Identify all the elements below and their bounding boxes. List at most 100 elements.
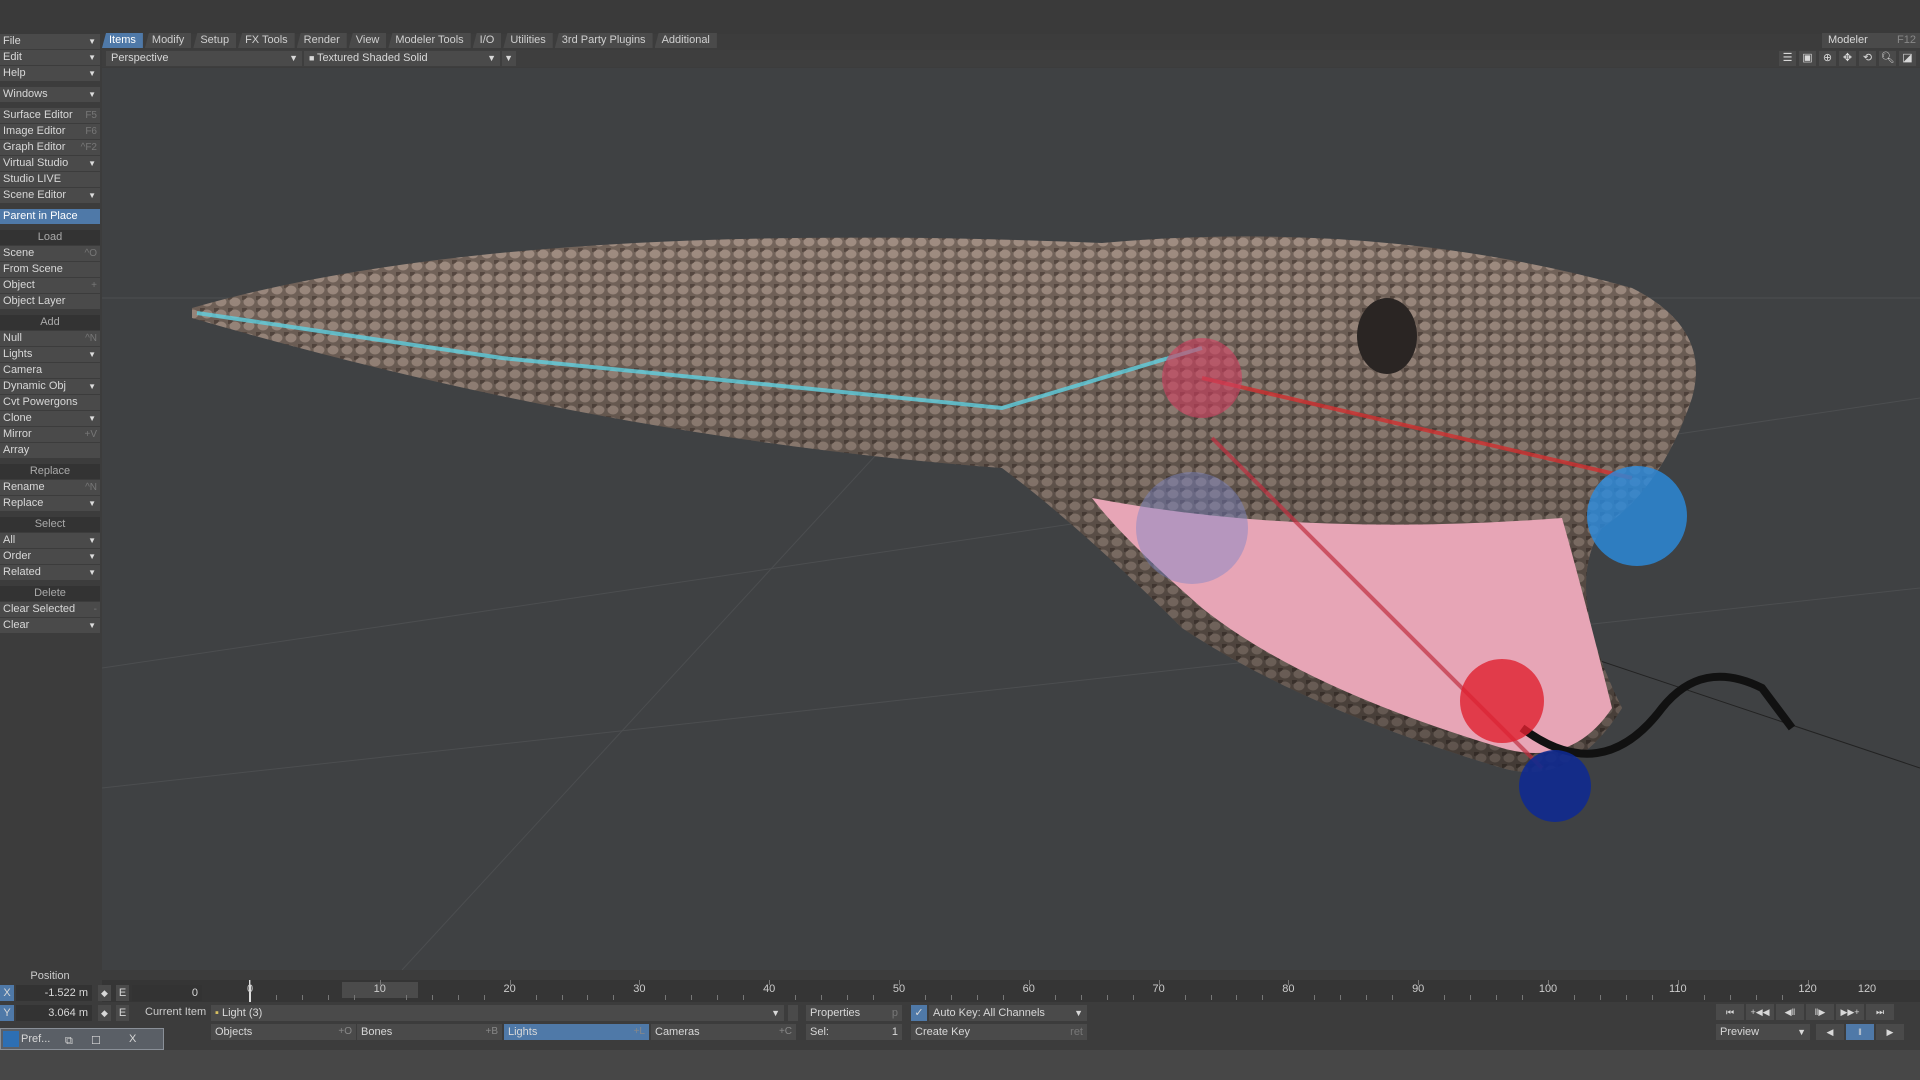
view-type-dropdown[interactable]: Perspective ▼ xyxy=(106,51,302,66)
tab-view[interactable]: View xyxy=(348,33,387,48)
sidebar-item-virtual-studio[interactable]: Virtual Studio ▼ xyxy=(0,156,100,171)
timeline-end-frame[interactable]: 120 xyxy=(1858,983,1876,995)
step-back-icon[interactable]: ◀‖ xyxy=(1776,1004,1804,1020)
play-icon[interactable]: ▶ xyxy=(1876,1024,1904,1040)
close-button[interactable]: X xyxy=(129,1029,136,1049)
move-icon[interactable]: ✥ xyxy=(1839,51,1856,66)
timeline-tick xyxy=(1106,995,1108,1000)
y-drag-icon[interactable]: ◆ xyxy=(98,1005,111,1021)
step-forward-icon[interactable]: ‖▶ xyxy=(1806,1004,1834,1020)
timeline-tick-label: 80 xyxy=(1282,983,1295,995)
sidebar-item-object[interactable]: Object + xyxy=(0,278,100,293)
filter-cameras-button[interactable]: Cameras +C xyxy=(651,1024,796,1040)
properties-button[interactable]: Properties p xyxy=(806,1005,902,1021)
tab-additional[interactable]: Additional xyxy=(654,33,717,48)
pause-icon[interactable]: ‖ xyxy=(1846,1024,1874,1040)
sidebar-item-windows[interactable]: Windows ▼ xyxy=(0,87,100,102)
zoom-icon[interactable]: 🔍︎ xyxy=(1879,51,1896,66)
parent-in-place-toggle[interactable]: Parent in Place xyxy=(0,209,100,224)
item-lock-icon[interactable] xyxy=(788,1005,798,1021)
create-key-button[interactable]: Create Key ret xyxy=(911,1024,1087,1040)
next-key-icon[interactable]: ▶▶+ xyxy=(1836,1004,1864,1020)
sidebar-item-null[interactable]: Null ^N xyxy=(0,331,100,346)
last-frame-icon[interactable]: ⏭ xyxy=(1866,1004,1894,1020)
autokey-dropdown[interactable]: Auto Key: All Channels ▼ xyxy=(929,1005,1087,1021)
sidebar-item-related[interactable]: Related ▼ xyxy=(0,565,100,580)
shading-dropdown[interactable]: ■ Textured Shaded Solid ▼ xyxy=(304,51,500,66)
sidebar-item-rename[interactable]: Rename ^N xyxy=(0,480,100,495)
y-position-field[interactable]: 3.064 m xyxy=(16,1005,92,1021)
shading-icon: ■ xyxy=(309,53,317,63)
taskbar-window[interactable]: Pref... ⧉ ☐ X xyxy=(0,1028,164,1050)
tab-render[interactable]: Render xyxy=(296,33,347,48)
filter-bones-button[interactable]: Bones +B xyxy=(357,1024,502,1040)
timeline-tick xyxy=(1703,995,1705,1000)
tab-items[interactable]: Items xyxy=(102,33,143,48)
sidebar-item-mirror[interactable]: Mirror +V xyxy=(0,427,100,442)
filter-lights-button[interactable]: Lights +L xyxy=(504,1024,649,1040)
sidebar-item-edit[interactable]: Edit ▼ xyxy=(0,50,100,65)
tab-modify[interactable]: Modify xyxy=(144,33,192,48)
x-drag-icon[interactable]: ◆ xyxy=(98,985,111,1001)
filter-label: Cameras xyxy=(655,1026,700,1038)
sidebar-item-graph-editor[interactable]: Graph Editor ^F2 xyxy=(0,140,100,155)
tab-i-o[interactable]: I/O xyxy=(472,33,502,48)
y-envelope-button[interactable]: E xyxy=(116,1005,129,1021)
current-frame-field[interactable]: 0 xyxy=(132,985,202,1001)
create-key-label: Create Key xyxy=(915,1026,971,1038)
maximize-window-icon[interactable]: ☐ xyxy=(91,1031,101,1051)
tab-3rd-party-plugins[interactable]: 3rd Party Plugins xyxy=(554,33,653,48)
sidebar-item-image-editor[interactable]: Image Editor F6 xyxy=(0,124,100,139)
tab-fx-tools[interactable]: FX Tools xyxy=(238,33,295,48)
rotate-icon[interactable]: ⟲ xyxy=(1859,51,1876,66)
sidebar-item-help[interactable]: Help ▼ xyxy=(0,66,100,81)
timeline-tick xyxy=(1184,995,1186,1000)
autokey-checkbox[interactable]: ✓ xyxy=(911,1005,927,1021)
sidebar-item-scene[interactable]: Scene ^O xyxy=(0,246,100,261)
sidebar-item-label: All xyxy=(3,534,16,546)
sidebar-item-cvt-powergons[interactable]: Cvt Powergons xyxy=(0,395,100,410)
current-item-dropdown[interactable]: ▪ Light (3) ▼ xyxy=(211,1005,784,1021)
tab-utilities[interactable]: Utilities xyxy=(503,33,553,48)
filter-objects-button[interactable]: Objects +O xyxy=(211,1024,356,1040)
timeline-tick xyxy=(1444,995,1446,1000)
play-reverse-icon[interactable]: ◀ xyxy=(1816,1024,1844,1040)
sidebar-item-replace[interactable]: Replace ▼ xyxy=(0,496,100,511)
sidebar-item-studio-live[interactable]: Studio LIVE xyxy=(0,172,100,187)
sidebar-item-all[interactable]: All ▼ xyxy=(0,533,100,548)
preview-dropdown[interactable]: Preview ▼ xyxy=(1716,1024,1810,1040)
x-position-field[interactable]: -1.522 m xyxy=(16,985,92,1001)
chevron-down-icon: ▼ xyxy=(88,552,96,561)
sidebar-item-clone[interactable]: Clone ▼ xyxy=(0,411,100,426)
sidebar-item-scene-editor[interactable]: Scene Editor ▼ xyxy=(0,188,100,203)
viewport-options-dropdown[interactable]: ▼ xyxy=(502,51,516,66)
sidebar-item-order[interactable]: Order ▼ xyxy=(0,549,100,564)
sidebar-item-dynamic-obj[interactable]: Dynamic Obj ▼ xyxy=(0,379,100,394)
timeline-tick xyxy=(327,995,329,1000)
sidebar-item-file[interactable]: File ▼ xyxy=(0,34,100,49)
modeler-button[interactable]: Modeler F12 xyxy=(1822,33,1920,48)
x-envelope-button[interactable]: E xyxy=(116,985,129,1001)
tab-setup[interactable]: Setup xyxy=(193,33,237,48)
timeline-tick xyxy=(795,995,797,1000)
restore-icon[interactable]: ⧉ xyxy=(65,1031,73,1051)
chevron-down-icon: ▼ xyxy=(88,53,96,62)
sidebar-item-clear[interactable]: Clear ▼ xyxy=(0,618,100,633)
sidebar-item-surface-editor[interactable]: Surface Editor F5 xyxy=(0,108,100,123)
maximize-icon[interactable]: ▣ xyxy=(1799,51,1816,66)
tab-modeler-tools[interactable]: Modeler Tools xyxy=(388,33,471,48)
center-icon[interactable]: ⊕ xyxy=(1819,51,1836,66)
timeline-ruler[interactable]: 120 0 10 20 30 40 50 60 70 80 90 100 110 120 xyxy=(102,980,1920,1002)
sidebar-item-camera[interactable]: Camera xyxy=(0,363,100,378)
sidebar-item-lights[interactable]: Lights ▼ xyxy=(0,347,100,362)
sidebar-item-from-scene[interactable]: From Scene xyxy=(0,262,100,277)
sidebar-item-object-layer[interactable]: Object Layer xyxy=(0,294,100,309)
sidebar-item-array[interactable]: Array xyxy=(0,443,100,458)
3d-viewport[interactable] xyxy=(101,68,1920,971)
sidebar-item-label: Graph Editor xyxy=(3,141,66,153)
list-icon[interactable]: ☰ xyxy=(1779,51,1796,66)
previous-key-icon[interactable]: +◀◀ xyxy=(1746,1004,1774,1020)
viewport-max-icon[interactable]: ◪ xyxy=(1899,51,1916,66)
sidebar-item-clear-selected[interactable]: Clear Selected - xyxy=(0,602,100,617)
first-frame-icon[interactable]: ⏮ xyxy=(1716,1004,1744,1020)
